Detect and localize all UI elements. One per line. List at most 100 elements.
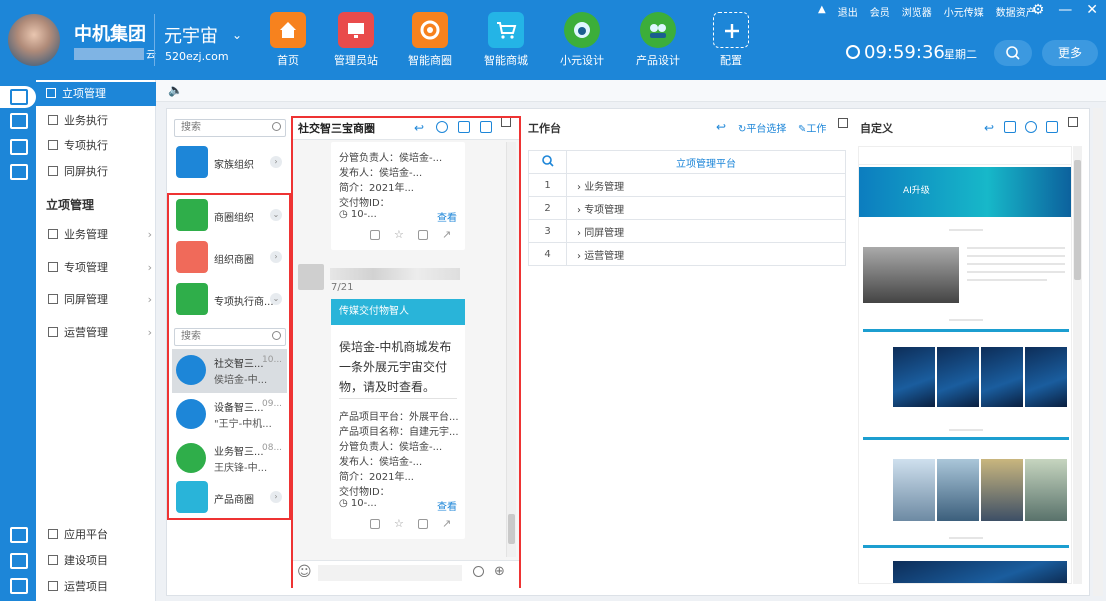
eject-icon[interactable]: ▲ <box>818 4 826 19</box>
group-avatar <box>176 399 206 429</box>
hierarchy-icon <box>176 241 208 273</box>
message-banner: 传媒交付物智人 <box>331 299 465 325</box>
weekday: 星期二 <box>944 48 977 61</box>
card-divider <box>339 398 457 399</box>
star-icon[interactable]: ☆ <box>394 229 404 240</box>
sidebar-item-business-mgmt[interactable]: 业务管理 › <box>48 223 158 247</box>
chat-item[interactable]: 设备智三... 09... "王宁-中机... <box>172 393 287 437</box>
more-button[interactable]: 更多 <box>1042 40 1098 66</box>
grid-icon <box>48 555 58 565</box>
website-preview[interactable]: AI升级 <box>858 146 1072 584</box>
menu-browser[interactable]: 浏览器 <box>902 4 932 19</box>
view-link[interactable]: 查看 <box>437 498 457 513</box>
settings-box-icon[interactable] <box>10 578 28 594</box>
view-link[interactable]: 查看 <box>437 209 457 224</box>
search-icon <box>272 122 281 131</box>
workbench-title: 工作台 <box>528 122 561 135</box>
add-icon[interactable]: ⊕ <box>494 564 505 579</box>
chat-scrollbar[interactable] <box>506 142 516 557</box>
share-icon[interactable]: ↩ <box>716 120 726 134</box>
sidebar-item-ops-mgmt[interactable]: 运营管理 › <box>48 321 158 345</box>
nav-smart-circle[interactable]: 智能商圈 <box>400 12 460 68</box>
home-icon <box>270 12 306 48</box>
work-link[interactable]: ✎工作 <box>798 120 826 135</box>
minimize-icon[interactable]: — <box>1058 2 1072 18</box>
platform-select-link[interactable]: ↻平台选择 <box>738 120 786 135</box>
sidebar-item-business-exec[interactable]: 业务执行 <box>48 109 158 133</box>
maximize-icon[interactable] <box>838 118 848 128</box>
screen-icon[interactable] <box>10 139 28 155</box>
chat-item[interactable]: 社交智三... 10... 侯培金-中... <box>172 349 287 393</box>
org-circle[interactable]: 商圈组织 ⌄ <box>176 199 286 237</box>
table-row[interactable]: 2 › 专项管理 <box>528 196 846 220</box>
image-icon[interactable] <box>1004 121 1016 133</box>
org-group-circle[interactable]: 组织商圈 › <box>176 241 286 279</box>
nav-product-design[interactable]: 产品设计 <box>628 12 688 68</box>
server-icon[interactable] <box>10 553 28 569</box>
menu-media[interactable]: 小元传媒 <box>944 4 984 19</box>
clock-icon: ◷ <box>339 498 351 509</box>
nav-admin[interactable]: 管理员站 <box>326 12 386 68</box>
speaker-icon[interactable]: 🔈 <box>168 83 183 97</box>
briefcase-icon[interactable] <box>10 89 28 105</box>
nav-home[interactable]: 首页 <box>258 12 318 68</box>
download-icon[interactable] <box>418 519 428 529</box>
screen-share-icon[interactable] <box>10 164 28 180</box>
sidebar-item-operations[interactable]: 运营项目 <box>48 575 158 599</box>
table-row[interactable]: 4 › 运营管理 <box>528 242 846 266</box>
sidebar-item-construction[interactable]: 建设项目 <box>48 549 158 573</box>
forward-icon[interactable]: ↗ <box>442 229 452 240</box>
maximize-icon[interactable] <box>1068 117 1078 127</box>
cart-icon <box>488 12 524 48</box>
nav-smart-mall[interactable]: 智能商城 <box>476 12 536 68</box>
like-icon[interactable] <box>370 230 380 240</box>
document-icon[interactable] <box>10 113 28 129</box>
chevron-right-icon: › <box>147 293 152 306</box>
menu-logout[interactable]: 退出 <box>838 4 858 19</box>
main-scrollbar[interactable] <box>1093 108 1103 596</box>
org-tree-icon <box>176 199 208 231</box>
search-icon[interactable] <box>473 566 484 577</box>
forward-icon[interactable]: ↗ <box>442 518 452 529</box>
table-row[interactable]: 3 › 同屏管理 <box>528 219 846 243</box>
header-search-button[interactable] <box>994 40 1032 66</box>
star-icon[interactable]: ☆ <box>394 518 404 529</box>
like-icon[interactable] <box>370 519 380 529</box>
refresh-icon[interactable] <box>1025 121 1037 133</box>
sidebar-section-title: 立项管理 <box>46 198 95 212</box>
sidebar-item-lixiang[interactable]: 立项管理 <box>36 82 156 106</box>
org-search-input[interactable]: 搜索 <box>174 119 286 137</box>
edit-icon[interactable] <box>1046 121 1058 133</box>
org-special[interactable]: 专项执行商... ⌄ <box>176 283 286 321</box>
gear-icon[interactable]: ⚙ <box>1032 2 1045 18</box>
sidebar-item-special-exec[interactable]: 专项执行 <box>48 134 158 158</box>
org-product[interactable]: 产品商圈 › <box>176 481 286 519</box>
window-controls: ⚙ — ✕ <box>1032 2 1098 18</box>
custom-title: 自定义 <box>860 122 893 135</box>
header-divider <box>154 14 155 66</box>
grid-icon <box>46 88 56 98</box>
chat-search-input[interactable]: 搜索 <box>174 328 286 346</box>
preview-scroll-thumb[interactable] <box>1074 160 1081 280</box>
sidebar-item-special-mgmt[interactable]: 专项管理 › <box>48 256 158 280</box>
table-row[interactable]: 1 › 业务管理 <box>528 173 846 197</box>
nav-xiaoyuan-design[interactable]: 小元设计 <box>552 12 612 68</box>
close-icon[interactable]: ✕ <box>1086 2 1098 18</box>
nav-config[interactable]: 配置 <box>701 12 761 68</box>
chat-scroll-thumb[interactable] <box>508 514 515 544</box>
cube-icon[interactable] <box>10 527 28 543</box>
download-icon[interactable] <box>418 230 428 240</box>
org-family[interactable]: 家族组织 › <box>176 146 286 184</box>
sidebar-item-sync-exec[interactable]: 同屏执行 <box>48 160 158 184</box>
chevron-down-icon[interactable]: ⌄ <box>232 28 242 42</box>
chat-message-input[interactable] <box>318 565 462 581</box>
menu-data-assets[interactable]: 数据资产 <box>996 4 1036 19</box>
sidebar-item-app-platform[interactable]: 应用平台 <box>48 523 158 547</box>
menu-member[interactable]: 会员 <box>870 4 890 19</box>
platform-name[interactable]: 元宇宙 <box>164 22 218 48</box>
share-icon[interactable]: ↩ <box>984 121 996 135</box>
sidebar-item-sync-mgmt[interactable]: 同屏管理 › <box>48 288 158 312</box>
emoji-icon[interactable]: ☺ <box>297 564 312 580</box>
user-avatar[interactable] <box>8 14 60 66</box>
chat-item[interactable]: 业务智三... 08... 王庆锋-中... <box>172 437 287 481</box>
